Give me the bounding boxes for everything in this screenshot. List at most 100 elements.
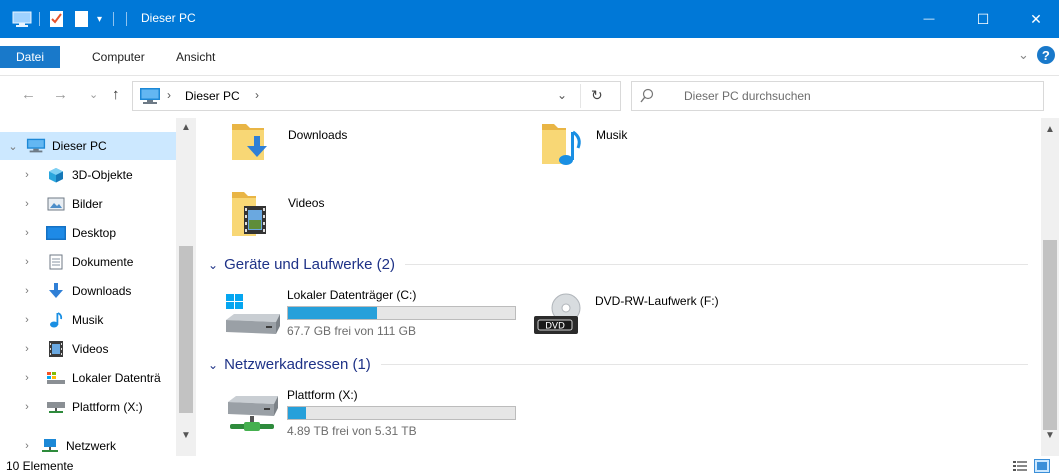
drive-usage-fill [288, 407, 307, 419]
network-drive-icon [46, 399, 66, 415]
group-divider [405, 264, 1028, 265]
address-dropdown-icon[interactable]: ⌄ [557, 88, 567, 102]
chevron-right-icon[interactable]: › [20, 372, 34, 384]
windows-drive-icon [224, 290, 282, 345]
search-input[interactable]: Dieser PC durchsuchen [631, 81, 1044, 111]
group-header-network[interactable]: ⌄ Netzwerkadressen (1) [208, 356, 1028, 373]
chevron-right-icon[interactable]: › [20, 169, 34, 181]
group-header-devices[interactable]: ⌄ Geräte und Laufwerke (2) [208, 256, 1028, 273]
new-folder-icon[interactable] [74, 9, 90, 29]
chevron-right-icon[interactable]: › [20, 401, 34, 413]
3d-objects-icon [46, 167, 66, 183]
sidebar-item-dokumente[interactable]: › Dokumente [0, 248, 176, 276]
navigation-scrollbar[interactable]: ▲ ▼ [176, 118, 196, 456]
large-icons-view-icon[interactable] [1034, 459, 1050, 476]
sidebar-item-plattform[interactable]: › Plattform (X:) [0, 393, 176, 421]
chevron-right-icon[interactable]: › [20, 314, 34, 326]
chevron-right-icon[interactable]: › [20, 285, 34, 297]
chevron-right-icon[interactable]: › [20, 440, 34, 452]
chevron-down-icon[interactable]: ⌄ [208, 258, 218, 272]
path-separator-icon: › [167, 88, 171, 102]
sidebar-item-label: Musik [72, 313, 104, 327]
sidebar-item-lokaler-datentraeger[interactable]: › Lokaler Datenträ [0, 364, 176, 392]
sidebar-item-3d-objekte[interactable]: › 3D-Objekte [0, 161, 176, 189]
sidebar-item-label: Bilder [72, 197, 103, 211]
sidebar-item-label: Lokaler Datenträ [72, 371, 161, 385]
sidebar-item-label: 3D-Objekte [72, 168, 133, 182]
sidebar-item-netzwerk[interactable]: › Netzwerk [0, 432, 176, 456]
group-title: Geräte und Laufwerke (2) [224, 256, 395, 273]
navigation-pane: ⌄ Dieser PC › 3D-Objekte › Bilder › Desk… [0, 118, 196, 456]
computer-icon[interactable] [12, 9, 32, 29]
minimize-icon: — [923, 13, 935, 25]
computer-icon [139, 87, 161, 108]
help-icon[interactable]: ? [1036, 46, 1055, 64]
drive-network-x[interactable]: Plattform (X:) 4.89 TB frei von 5.31 TB [224, 384, 524, 442]
network-icon [40, 438, 60, 454]
scroll-up-icon[interactable]: ▲ [176, 122, 196, 133]
drive-dvd-f[interactable]: DVD DVD-RW-Laufwerk (F:) [532, 284, 832, 342]
forward-button[interactable]: → [53, 86, 68, 103]
refresh-icon[interactable]: ↻ [591, 87, 603, 104]
minimize-button[interactable]: — [906, 0, 952, 38]
back-button[interactable]: ← [21, 86, 36, 103]
drive-free-space: 67.7 GB frei von 111 GB [287, 324, 416, 338]
chevron-right-icon[interactable]: › [20, 343, 34, 355]
sidebar-item-label: Videos [72, 342, 109, 356]
properties-icon[interactable] [49, 9, 65, 29]
chevron-down-icon[interactable]: ⌄ [208, 358, 218, 372]
item-count: 10 Elemente [6, 459, 74, 473]
chevron-down-icon[interactable]: ⌄ [6, 140, 20, 153]
desktop-icon [46, 225, 66, 241]
content-pane: Downloads Musik Videos ⌄ Geräte und Lauf… [196, 118, 1041, 456]
maximize-button[interactable]: ☐ [960, 0, 1006, 38]
up-button[interactable]: ↑ [112, 86, 120, 103]
breadcrumb-dieser-pc[interactable]: Dieser PC [185, 89, 240, 103]
scroll-down-icon[interactable]: ▼ [176, 430, 196, 441]
sidebar-item-downloads[interactable]: › Downloads [0, 277, 176, 305]
sidebar-item-desktop[interactable]: › Desktop [0, 219, 176, 247]
expand-ribbon-icon[interactable]: ⌄ [1018, 47, 1029, 63]
sidebar-item-videos[interactable]: › Videos [0, 335, 176, 363]
videos-folder-icon [230, 188, 274, 241]
downloads-folder-icon [230, 120, 274, 167]
recent-locations-button[interactable]: ⌄ [89, 88, 98, 101]
content-scrollbar[interactable]: ▲ ▼ [1041, 118, 1059, 456]
folder-label: Videos [288, 196, 325, 210]
chevron-right-icon[interactable]: › [20, 256, 34, 268]
drive-local-c[interactable]: Lokaler Datenträger (C:) 67.7 GB frei vo… [224, 284, 524, 342]
group-title: Netzwerkadressen (1) [224, 356, 371, 373]
scrollbar-thumb[interactable] [179, 246, 193, 413]
sidebar-item-label: Downloads [72, 284, 132, 298]
folder-label: Downloads [288, 128, 348, 142]
address-bar[interactable]: › Dieser PC › ⌄ ↻ [132, 81, 621, 111]
chevron-right-icon[interactable]: › [20, 227, 34, 239]
local-disk-icon [46, 370, 66, 386]
svg-text:DVD: DVD [545, 322, 565, 332]
folder-downloads[interactable]: Downloads [230, 120, 480, 176]
sidebar-item-label: Netzwerk [66, 439, 117, 453]
sidebar-item-label: Desktop [72, 226, 117, 240]
details-view-icon[interactable] [1012, 459, 1028, 476]
drive-free-space: 4.89 TB frei von 5.31 TB [287, 424, 417, 438]
drive-name: Lokaler Datenträger (C:) [287, 288, 417, 302]
tab-ansicht[interactable]: Ansicht [176, 50, 215, 64]
sidebar-item-musik[interactable]: › Musik [0, 306, 176, 334]
folder-musik[interactable]: Musik [540, 120, 790, 176]
path-separator-icon[interactable]: › [255, 88, 259, 102]
drive-name: DVD-RW-Laufwerk (F:) [595, 294, 719, 308]
tab-datei[interactable]: Datei [0, 46, 60, 68]
scrollbar-thumb[interactable] [1043, 240, 1057, 430]
folder-videos[interactable]: Videos [230, 188, 480, 244]
search-icon [640, 88, 654, 107]
sidebar-item-bilder[interactable]: › Bilder [0, 190, 176, 218]
close-button[interactable]: ✕ [1013, 0, 1059, 38]
drive-usage-bar [287, 406, 516, 420]
sidebar-item-dieser-pc[interactable]: ⌄ Dieser PC [0, 132, 176, 160]
customize-quick-access-icon[interactable]: ▾ [97, 9, 102, 29]
scroll-up-icon[interactable]: ▲ [1041, 124, 1059, 135]
close-icon: ✕ [1030, 10, 1042, 27]
scroll-down-icon[interactable]: ▼ [1041, 430, 1059, 441]
tab-computer[interactable]: Computer [92, 50, 145, 64]
chevron-right-icon[interactable]: › [20, 198, 34, 210]
